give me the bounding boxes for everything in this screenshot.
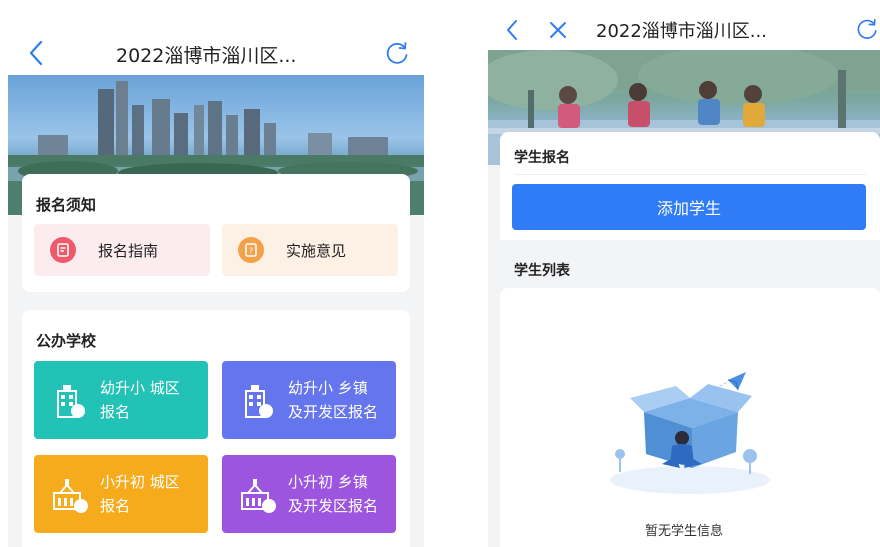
school-town-icon <box>245 385 273 418</box>
guide-button[interactable]: 报名指南 <box>34 224 210 276</box>
back-icon[interactable] <box>498 10 526 50</box>
empty-state-text: 暂无学生信息 <box>645 524 724 539</box>
tile-label-line1: 幼升小 乡镇 <box>288 379 368 397</box>
tile-label-line1: 幼升小 城区 <box>100 379 180 397</box>
divider <box>514 174 866 175</box>
svg-text:?: ? <box>249 247 253 256</box>
page-title: 2022淄博市淄川区... <box>116 45 297 67</box>
tile-label-line2: 及开发区报名 <box>288 497 379 515</box>
left-phone-screen: 2022淄博市淄川区... 报名须知 报名指南 ? 实施意见 公办学校 幼升小 … <box>8 0 424 547</box>
student-signup-card: 学生报名 添加学生 <box>500 132 880 240</box>
notice-card-title: 报名须知 <box>36 196 97 214</box>
notice-card: 报名须知 报名指南 ? 实施意见 <box>22 174 410 292</box>
refresh-icon[interactable] <box>850 12 880 46</box>
tile-k-to-primary-town[interactable]: 幼升小 乡镇 及开发区报名 <box>222 361 396 439</box>
tile-primary-to-middle-city[interactable]: 小升初 城区 报名 <box>34 455 208 533</box>
page-title: 2022淄博市淄川区... <box>596 21 767 42</box>
guide-button-label: 报名指南 <box>98 241 159 260</box>
document-question-icon: ? <box>238 237 264 263</box>
school-city-icon <box>57 385 85 418</box>
back-icon[interactable] <box>22 33 50 73</box>
top-nav-bar: 2022淄博市淄川区... <box>8 0 424 75</box>
document-icon <box>50 237 76 263</box>
opinions-button[interactable]: ? 实施意见 <box>222 224 398 276</box>
tile-label-line1: 小升初 城区 <box>100 473 180 491</box>
student-list-title: 学生列表 <box>514 263 570 279</box>
close-icon[interactable] <box>544 10 572 50</box>
student-list-card: 暂无学生信息 <box>500 288 880 547</box>
tile-k-to-primary-city[interactable]: 幼升小 城区 报名 <box>34 361 208 439</box>
refresh-icon[interactable] <box>380 36 414 70</box>
opinions-button-label: 实施意见 <box>286 241 347 260</box>
top-nav-bar: 2022淄博市淄川区... <box>488 0 880 50</box>
tile-label-line2: 报名 <box>100 497 131 515</box>
tile-label-line1: 小升初 乡镇 <box>288 473 368 491</box>
public-schools-card: 公办学校 幼升小 城区 报名 幼升小 乡镇 及开发区报名 小升初 城区 报名 小… <box>22 310 410 547</box>
tile-primary-to-middle-town[interactable]: 小升初 乡镇 及开发区报名 <box>222 455 396 533</box>
building-city-icon <box>53 479 88 513</box>
public-schools-title: 公办学校 <box>36 332 97 350</box>
tile-label-line2: 及开发区报名 <box>288 403 379 421</box>
tile-label-line2: 报名 <box>100 403 131 421</box>
student-signup-title: 学生报名 <box>514 150 570 166</box>
add-student-button[interactable]: 添加学生 <box>512 184 866 230</box>
building-town-icon <box>241 479 276 513</box>
empty-box-illustration <box>610 372 770 494</box>
right-phone-screen: 2022淄博市淄川区... 学生报名 添加学生 学生列表 暂无学生信息 <box>488 0 880 547</box>
